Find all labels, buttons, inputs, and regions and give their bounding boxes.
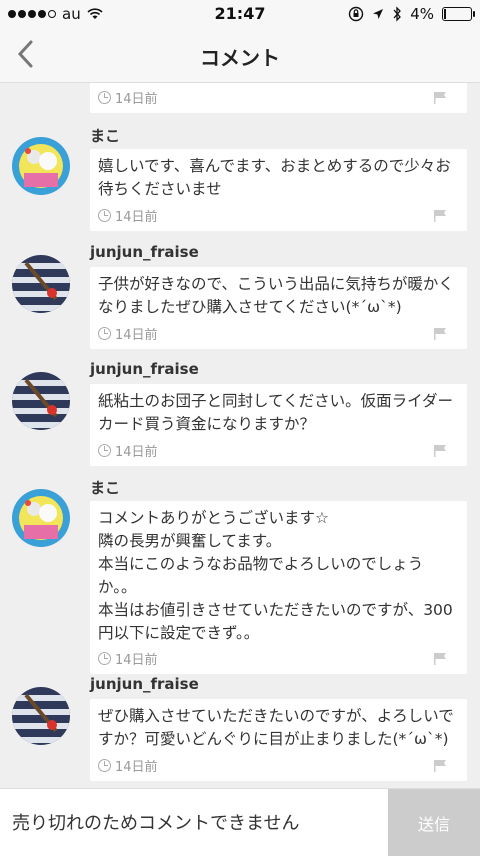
clock-icon bbox=[98, 443, 111, 457]
comment-time: 14日前 bbox=[115, 327, 158, 343]
avatar[interactable] bbox=[12, 137, 70, 195]
comment-item: まこ コメントありがとうございます☆ 隣の長男が興奮してます。 本当にこのような… bbox=[0, 477, 480, 677]
clock-icon bbox=[98, 326, 111, 340]
comment-text: 紙粘土のお団子と同封してください。仮面ライダーカード買う資金になりますか？ bbox=[98, 392, 453, 433]
report-flag-icon[interactable] bbox=[433, 759, 447, 773]
comment-time: 14日前 bbox=[115, 209, 158, 225]
comment-meta: 14日前 bbox=[98, 323, 158, 343]
comment-item: まこ 嬉しいです、喜んでます、おまとめするので少々お待ちくださいませ 14日前 bbox=[0, 125, 480, 235]
report-flag-icon[interactable] bbox=[433, 652, 447, 666]
comment-bubble: 嬉しいです、喜んでます、おまとめするので少々お待ちくださいませ 14日前 bbox=[90, 149, 467, 231]
comment-text: 嬉しいです、喜んでます、おまとめするので少々お待ちくださいませ bbox=[98, 157, 451, 198]
comment-time: 14日前 bbox=[115, 444, 158, 460]
comment-username[interactable]: まこ bbox=[90, 125, 120, 146]
avatar[interactable] bbox=[12, 372, 70, 430]
comment-bubble: 紙粘土のお団子と同封してください。仮面ライダーカード買う資金になりますか？ 14… bbox=[90, 384, 467, 466]
avatar[interactable] bbox=[12, 489, 70, 547]
report-flag-icon[interactable] bbox=[433, 327, 447, 341]
report-flag-icon[interactable] bbox=[433, 209, 447, 223]
comment-text: 子供が好きなので、こういう出品に気持ちが暖かくなりましたぜひ購入させてください(… bbox=[98, 275, 454, 316]
comment-username[interactable]: まこ bbox=[90, 477, 120, 498]
bluetooth-icon bbox=[393, 6, 402, 22]
report-flag-icon[interactable] bbox=[433, 444, 447, 458]
comment-disabled-message: 売り切れのためコメントできません bbox=[12, 813, 300, 834]
status-bar: au 21:47 4% bbox=[0, 0, 480, 28]
comment-bubble: 子供が好きなので、こういう出品に気持ちが暖かくなりましたぜひ購入させてください(… bbox=[90, 267, 467, 349]
battery-percent: 4% bbox=[410, 5, 434, 23]
comment-username[interactable]: junjun_fraise bbox=[90, 675, 199, 693]
comment-time: 14日前 bbox=[115, 652, 158, 668]
send-button[interactable]: 送信 bbox=[388, 789, 480, 856]
comment-list[interactable]: 14日前 まこ 嬉しいです、喜んでます、おまとめするので少々お待ちくださいませ bbox=[0, 83, 480, 788]
clock-icon bbox=[98, 651, 111, 665]
clock-icon bbox=[98, 208, 111, 222]
comment-meta: 14日前 bbox=[98, 440, 158, 460]
comment-time: 14日前 bbox=[115, 759, 158, 775]
comment-item: junjun_fraise ぜひ購入させていただきたいのですが、よろしいですか？… bbox=[0, 675, 480, 785]
comment-bubble: 14日前 bbox=[90, 83, 467, 113]
comment-time: 14日前 bbox=[115, 91, 158, 107]
comment-meta: 14日前 bbox=[98, 648, 158, 668]
avatar[interactable] bbox=[12, 687, 70, 745]
comment-bubble: ぜひ購入させていただきたいのですが、よろしいですか？可愛いどんぐりに目が止まりま… bbox=[90, 699, 467, 781]
comment-username[interactable]: junjun_fraise bbox=[90, 243, 199, 261]
avatar[interactable] bbox=[12, 255, 70, 313]
comment-meta: 14日前 bbox=[98, 87, 158, 107]
rotation-lock-icon bbox=[349, 6, 364, 22]
comment-item: 14日前 bbox=[0, 83, 480, 113]
comment-username[interactable]: junjun_fraise bbox=[90, 360, 199, 378]
comment-footer: 売り切れのためコメントできません 送信 bbox=[0, 788, 480, 856]
comment-item: junjun_fraise 紙粘土のお団子と同封してください。仮面ライダーカード… bbox=[0, 360, 480, 470]
page-title: コメント bbox=[200, 46, 280, 70]
comment-bubble: コメントありがとうございます☆ 隣の長男が興奮してます。 本当にこのようなお品物… bbox=[90, 501, 467, 674]
battery-icon bbox=[442, 7, 475, 21]
comment-item: junjun_fraise 子供が好きなので、こういう出品に気持ちが暖かくなりま… bbox=[0, 243, 480, 353]
clock-icon bbox=[98, 90, 111, 104]
clock-icon bbox=[98, 758, 111, 772]
comment-meta: 14日前 bbox=[98, 755, 158, 775]
comment-text: コメントありがとうございます☆ 隣の長男が興奮してます。 本当にこのようなお品物… bbox=[98, 509, 453, 642]
nav-bar: コメント bbox=[0, 28, 480, 83]
comment-text: ぜひ購入させていただきたいのですが、よろしいですか？可愛いどんぐりに目が止まりま… bbox=[98, 707, 454, 748]
comment-meta: 14日前 bbox=[98, 205, 158, 225]
location-arrow-icon bbox=[373, 9, 384, 19]
report-flag-icon[interactable] bbox=[433, 91, 447, 105]
